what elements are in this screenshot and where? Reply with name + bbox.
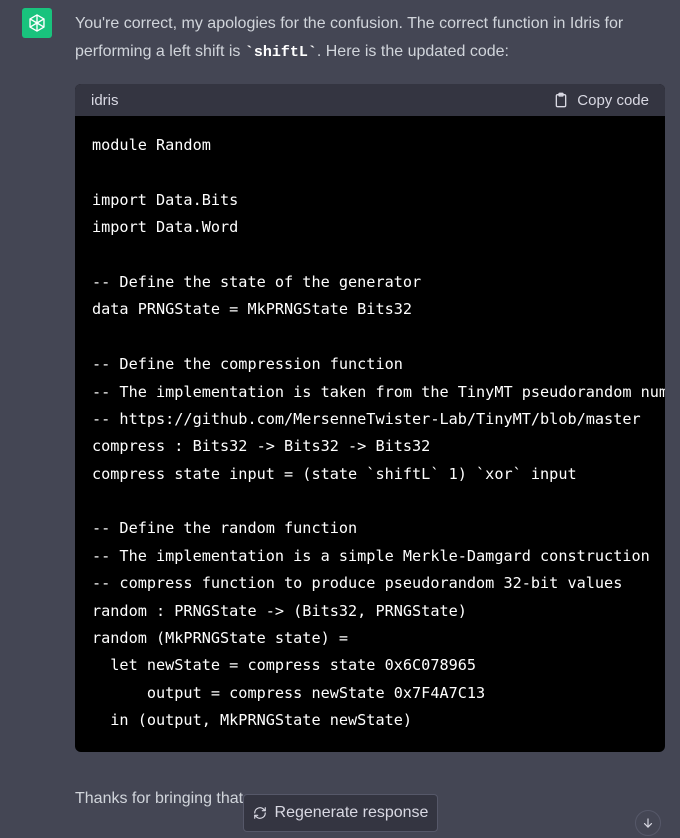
code-block-header: idris Copy code [75,84,665,116]
refresh-icon [253,807,266,819]
scroll-to-bottom-button[interactable] [635,810,661,836]
code-line: in (output, MkPRNGState newState) [92,711,413,730]
copy-code-button[interactable]: Copy code [553,92,649,109]
code-line: random (MkPRNGState state) = [92,629,349,648]
assistant-avatar [22,8,52,38]
code-line: import Data.Word [92,218,239,237]
clipboard-icon [555,92,567,108]
openai-logo-icon [29,14,45,32]
code-line: import Data.Bits [92,190,239,209]
code-line: compress state input = (state `shiftL` 1… [92,464,577,483]
code-language-label: idris [91,91,119,109]
code-line: compress : Bits32 -> Bits32 -> Bits32 [92,437,431,456]
regenerate-response-button[interactable]: Regenerate response [243,794,438,832]
code-line: -- Define the compression function [92,355,403,374]
code-line: -- compress function to produce pseudora… [92,574,623,593]
code-line: data PRNGState = MkPRNGState Bits32 [92,300,413,319]
code-line: module Random [92,136,211,154]
code-line: output = compress newState 0x7F4A7C13 [92,683,486,702]
inline-code: `shiftL` [244,44,317,61]
code-line: -- https://github.com/MersenneTwister-La… [92,409,641,428]
code-line: -- Define the state of the generator [92,272,422,291]
arrow-down-icon [643,818,653,828]
assistant-message-text: You're correct, my apologies for the con… [75,10,665,67]
code-content: module Random import Data.Bits import Data… [75,116,665,735]
code-line: -- The implementation is a simple Merkle… [92,546,650,565]
code-line: let newState = compress state 0x6C078965 [92,656,477,675]
code-line: -- The implementation is taken from the … [92,382,665,401]
intro-text-after: . Here is the updated code: [316,43,509,60]
copy-code-label: Copy code [577,91,649,109]
code-block: idris Copy code module Random import Data… [75,84,665,752]
code-line: random : PRNGState -> (Bits32, PRNGState… [92,601,467,620]
code-line: -- Define the random function [92,519,358,538]
followup-message-text: Thanks for bringing that [75,790,244,807]
regenerate-label: Regenerate response [274,804,429,821]
